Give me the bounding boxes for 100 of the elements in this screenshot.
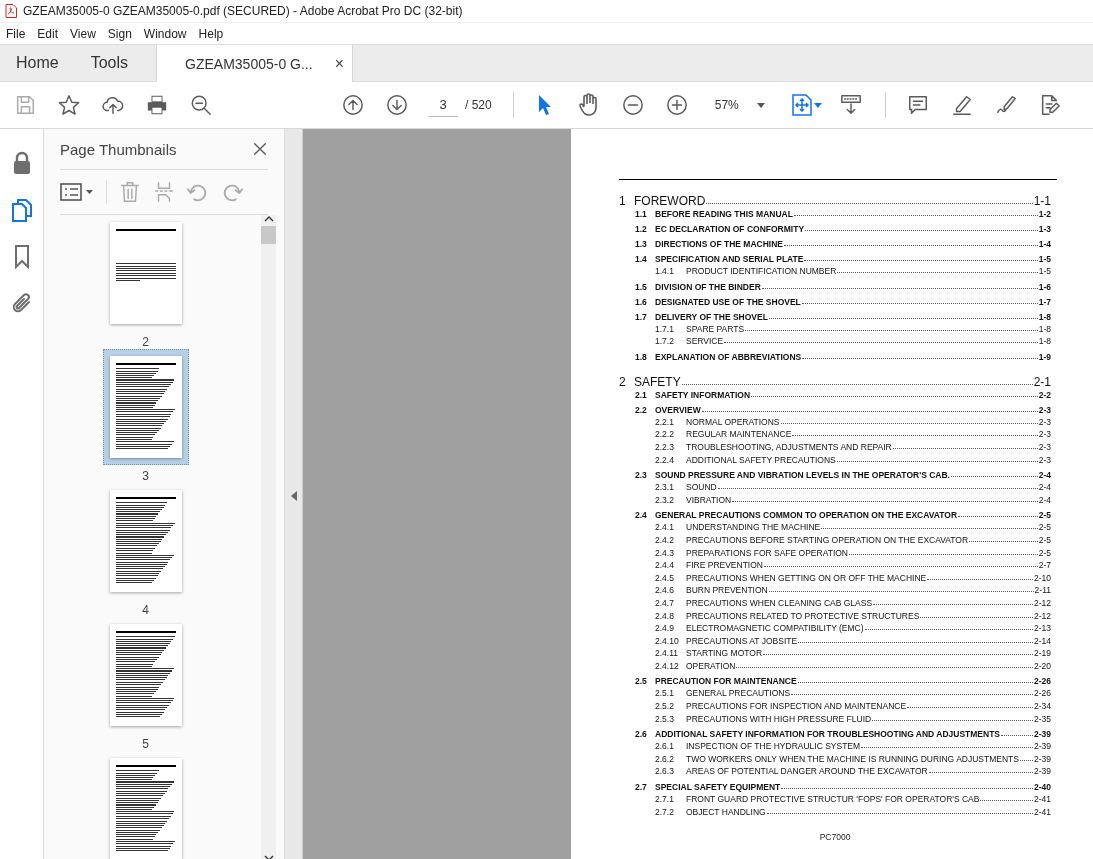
toc-title[interactable]: REGULAR MAINTENANCE: [686, 428, 792, 441]
toc-page-number[interactable]: 2-4: [1038, 469, 1051, 482]
toc-title[interactable]: GENERAL PRECAUTIONS COMMON TO OPERATION ON THE EXCAVATOR: [655, 509, 958, 522]
toc-title[interactable]: FOREWORD: [634, 194, 706, 208]
toc-title[interactable]: SPARE PARTS: [686, 322, 745, 336]
down-arrow-circle-icon[interactable]: [386, 94, 408, 116]
toc-title[interactable]: PRECAUTIONS WHEN GETTING ON OR OFF THE MACHINE: [686, 571, 927, 585]
toc-title[interactable]: NORMAL OPERATIONS: [686, 415, 780, 429]
toc-page-number[interactable]: 2-26: [1034, 675, 1051, 688]
toc-page-number[interactable]: 2-1: [1033, 374, 1051, 389]
toc-page-number[interactable]: 2-5: [1038, 521, 1051, 534]
toc-page-number[interactable]: 1-5: [1038, 265, 1051, 278]
toc-page-number[interactable]: 2-20: [1034, 659, 1051, 673]
menu-item[interactable]: View: [64, 26, 102, 41]
toc-page-number[interactable]: 2-3: [1038, 440, 1051, 454]
star-icon[interactable]: [58, 94, 80, 116]
toc-title[interactable]: PRECAUTION FOR MAINTENANCE: [655, 675, 797, 688]
toc-page-number[interactable]: 2-39: [1034, 728, 1051, 741]
toc-title[interactable]: SPECIAL SAFETY EQUIPMENT: [655, 781, 781, 794]
up-arrow-circle-icon[interactable]: [342, 94, 364, 116]
toc-title[interactable]: DIVISION OF THE BINDER: [655, 280, 761, 293]
tab[interactable]: GZEAM35005-0 G... ×: [156, 45, 353, 82]
toc-title[interactable]: STARTING MOTOR: [686, 647, 763, 660]
toc-title[interactable]: OVERVIEW: [655, 403, 701, 416]
menu-item[interactable]: Window: [137, 26, 193, 41]
toc-page-number[interactable]: 2-12: [1034, 596, 1051, 610]
toc-page-number[interactable]: 2-26: [1034, 687, 1051, 701]
toc-page-number[interactable]: 2-7: [1038, 559, 1051, 572]
page-thumbnail[interactable]: [102, 349, 189, 465]
toc-title[interactable]: EXPLANATION OF ABBREVIATIONS: [655, 350, 802, 363]
collapse-panel-icon[interactable]: [290, 490, 297, 501]
scroll-up-icon[interactable]: [263, 215, 274, 223]
toc-title[interactable]: PRECAUTIONS FOR INSPECTION AND MAINTENANCE: [686, 700, 907, 713]
toc-title[interactable]: DIRECTIONS OF THE MACHINE: [655, 238, 783, 250]
toc-page-number[interactable]: 2-39: [1034, 765, 1051, 779]
toc-page-number[interactable]: 1-3: [1038, 223, 1051, 235]
toc-page-number[interactable]: 2-2: [1038, 388, 1051, 401]
toc-title[interactable]: SAFETY: [634, 374, 681, 389]
toc-page-number[interactable]: 2-3: [1038, 453, 1051, 467]
toc-title[interactable]: EC DECLARATION OF CONFORMITY: [655, 223, 805, 235]
toc-title[interactable]: ADDITIONAL SAFETY INFORMATION FOR TROUBLESHOOTING AND ADJUSTMENTS: [655, 728, 1001, 741]
toc-page-number[interactable]: 2-39: [1034, 740, 1051, 753]
toc-page-number[interactable]: 2-5: [1038, 533, 1051, 547]
toc-title[interactable]: PRECAUTIONS WHEN CLEANING CAB GLASS: [686, 596, 873, 610]
zoom-out-icon[interactable]: [621, 94, 644, 116]
toc-page-number[interactable]: 1-2: [1038, 208, 1051, 220]
toc-title[interactable]: PRECAUTIONS WITH HIGH PRESSURE FLUID: [686, 712, 872, 726]
toc-page-number[interactable]: 1-4: [1038, 238, 1051, 250]
toc-title[interactable]: OPERATION: [686, 659, 736, 673]
close-icon[interactable]: [252, 141, 268, 157]
tab[interactable]: Home: [0, 45, 75, 81]
highlighter-icon[interactable]: [950, 94, 973, 116]
toc-page-number[interactable]: 2-4: [1038, 481, 1051, 494]
fit-page-icon[interactable]: [791, 94, 812, 116]
scrollbar-thumb[interactable]: [261, 226, 276, 244]
menu-item[interactable]: Help: [192, 26, 230, 41]
toc-page-number[interactable]: 2-14: [1034, 634, 1051, 648]
caret-icon[interactable]: [756, 102, 765, 108]
toc-title[interactable]: PRECAUTIONS BEFORE STARTING OPERATION ON THE EXCAVATOR: [686, 533, 969, 547]
toc-page-number[interactable]: 1-8: [1038, 335, 1051, 348]
toc-title[interactable]: SERVICE: [686, 335, 724, 348]
toc-page-number[interactable]: 2-40: [1034, 781, 1051, 794]
toc-page-number[interactable]: 1-6: [1038, 280, 1051, 293]
toc-title[interactable]: DESIGNATED USE OF THE SHOVEL: [655, 295, 801, 308]
zoom-in-icon[interactable]: [665, 94, 688, 116]
toc-page-number[interactable]: 2-10: [1034, 571, 1051, 585]
toc-title[interactable]: PRECAUTIONS RELATED TO PROTECTIVE STRUCTURES: [686, 609, 920, 623]
toc-title[interactable]: TWO WORKERS ONLY WHEN THE MACHINE IS RUNNING DURING ADJUSTMENTS: [686, 752, 1019, 766]
toc-title[interactable]: PREPARATIONS FOR SAFE OPERATION: [686, 546, 848, 560]
toc-page-number[interactable]: 1-5: [1038, 253, 1051, 265]
toc-title[interactable]: GENERAL PRECAUTIONS: [686, 687, 791, 701]
zoom-dropdown[interactable]: 57%: [700, 93, 771, 117]
cloud-upload-icon[interactable]: [102, 94, 124, 116]
toc-title[interactable]: SPECIFICATION AND SERIAL PLATE: [655, 253, 804, 265]
toc-page-number[interactable]: 2-12: [1034, 609, 1051, 623]
toc-page-number[interactable]: 1-7: [1038, 295, 1051, 308]
toc-page-number[interactable]: 1-1: [1033, 194, 1051, 208]
toc-title[interactable]: INSPECTION OF THE HYDRAULIC SYSTEM: [686, 740, 861, 753]
toc-title[interactable]: PRODUCT IDENTIFICATION NUMBER: [686, 265, 837, 278]
toc-title[interactable]: VIBRATION: [686, 493, 732, 507]
toc-page-number[interactable]: 2-3: [1038, 403, 1051, 416]
toc-page-number[interactable]: 2-19: [1034, 647, 1051, 660]
paperclip-icon[interactable]: [11, 293, 32, 315]
toc-title[interactable]: ELECTROMAGNETIC COMPATIBILITY (EMC): [686, 622, 864, 635]
toc-page-number[interactable]: 1-8: [1038, 310, 1051, 323]
toc-title[interactable]: SOUND: [686, 481, 717, 494]
toc-page-number[interactable]: 1-9: [1038, 350, 1051, 363]
hand-tool-icon[interactable]: [577, 93, 600, 117]
toc-title[interactable]: SOUND PRESSURE AND VIBRATION LEVELS IN THE OPERATOR'S CAB.: [655, 469, 950, 482]
toc-title[interactable]: SAFETY INFORMATION: [655, 388, 751, 401]
toc-page-number[interactable]: 2-41: [1034, 793, 1051, 806]
toc-page-number[interactable]: 1-8: [1038, 322, 1051, 336]
menu-item[interactable]: File: [0, 26, 32, 41]
toc-page-number[interactable]: 2-4: [1038, 493, 1051, 507]
toc-title[interactable]: ADDITIONAL SAFETY PRECAUTIONS: [686, 453, 836, 467]
toc-title[interactable]: PRECAUTIONS AT JOBSITE: [686, 634, 798, 648]
toc-title[interactable]: UNDERSTANDING THE MACHINE: [686, 521, 821, 534]
zoom-search-icon[interactable]: [190, 94, 212, 116]
toc-page-number[interactable]: 2-5: [1038, 509, 1051, 522]
toc-page-number[interactable]: 2-35: [1034, 712, 1051, 726]
